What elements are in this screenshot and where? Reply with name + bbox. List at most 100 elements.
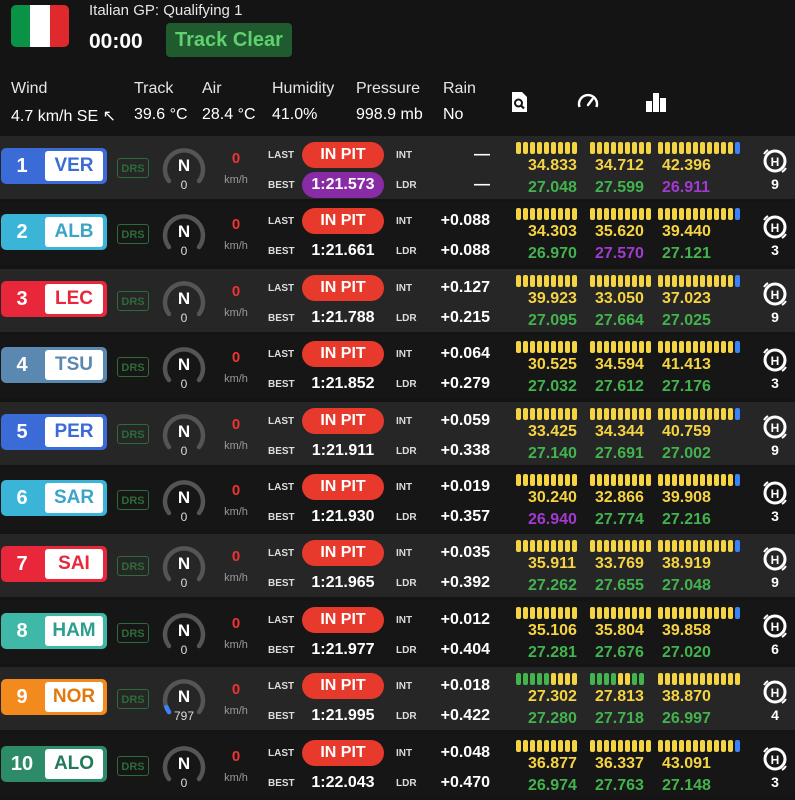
sector-3-best-time: 27.121 <box>662 245 711 263</box>
driver-row[interactable]: 7 SAI DRS N 0 0 km/h LAST BEST IN PIT 1:… <box>0 534 795 598</box>
minisector-bar <box>700 739 705 752</box>
minisector-bar <box>714 274 719 287</box>
sector-2-time: 34.594 <box>595 356 644 374</box>
minisector-bar <box>544 274 549 287</box>
minisector-bar <box>558 540 563 553</box>
interval-value: — <box>474 146 490 163</box>
driver-row[interactable]: 6 SAR DRS N 0 0 km/h LAST BEST IN PIT 1:… <box>0 468 795 531</box>
minisector-bar <box>735 208 740 221</box>
minisector-bar <box>572 142 577 154</box>
search-doc-icon[interactable] <box>507 90 531 114</box>
driver-code: SAR <box>45 483 103 513</box>
minisector-bar <box>625 474 630 486</box>
driver-badge[interactable]: 3 LEC <box>1 280 107 317</box>
leader-gap-value: +0.470 <box>440 773 490 791</box>
minisector-bar <box>558 407 563 420</box>
sector-3-time: 38.919 <box>662 555 711 573</box>
driver-badge[interactable]: 5 PER <box>1 413 107 450</box>
tyre-compound-icon: H <box>763 481 787 505</box>
session-header: Italian GP: Qualifying 1 00:00 Track Cle… <box>0 0 795 130</box>
minisector-bar <box>523 341 528 354</box>
gear-value: N <box>177 156 191 175</box>
minisector-bar <box>632 606 637 619</box>
minisector-bar <box>544 606 549 619</box>
minisector-bar <box>597 407 602 420</box>
sector-1-minisectors <box>516 606 577 619</box>
minisector-bar <box>565 142 570 154</box>
minisector-bar <box>625 739 630 752</box>
best-label: BEST <box>268 578 295 590</box>
driver-badge[interactable]: 8 HAM <box>1 612 107 649</box>
driver-badge[interactable]: 9 NOR <box>1 679 107 716</box>
sector-3-minisectors <box>658 341 740 354</box>
minisector-bar <box>646 142 651 154</box>
driver-row[interactable]: 10 ALO DRS N 0 0 km/h LAST BEST IN PIT 1… <box>0 733 795 797</box>
minisector-bar <box>707 341 712 354</box>
minisector-bar <box>707 739 712 752</box>
driver-row[interactable]: 5 PER DRS N 0 0 km/h LAST BEST IN PIT 1:… <box>0 401 795 465</box>
sector-1-best-time: 27.032 <box>528 378 577 396</box>
driver-badge[interactable]: 10 ALO <box>1 745 107 782</box>
minisector-bar <box>728 474 733 486</box>
interval-value: +0.048 <box>440 743 490 761</box>
minisector-bar <box>625 142 630 154</box>
bar-chart-icon[interactable] <box>644 90 668 114</box>
gear-value: N <box>177 753 191 773</box>
last-lap-status: IN PIT <box>302 341 384 368</box>
minisector-bar <box>530 606 535 619</box>
last-label: LAST <box>268 150 295 161</box>
driver-row[interactable]: 3 LEC DRS N 0 0 km/h LAST BEST IN PIT 1:… <box>0 268 795 332</box>
sector-1-time: 34.303 <box>528 223 577 241</box>
driver-badge[interactable]: 7 SAI <box>1 546 107 583</box>
driver-code: HAM <box>45 615 103 646</box>
minisector-bar <box>686 407 691 420</box>
minisector-bar <box>618 274 623 287</box>
driver-row[interactable]: 1 VER DRS N 0 0 km/h LAST BEST IN PIT 1:… <box>0 136 795 199</box>
minisector-bar <box>632 474 637 486</box>
minisector-bar <box>728 673 733 686</box>
minisector-bar <box>597 208 602 221</box>
gear-value: N <box>177 687 191 707</box>
minisector-bar <box>558 673 563 686</box>
minisector-bar <box>537 474 542 486</box>
sector-1-time: 30.525 <box>528 356 577 374</box>
minisector-bar <box>686 739 691 752</box>
driver-row[interactable]: 9 NOR DRS N 797 0 km/h LAST BEST IN PIT … <box>0 667 795 731</box>
sector-3-best-time: 27.025 <box>662 311 711 329</box>
driver-row[interactable]: 4 TSU DRS N 0 0 km/h LAST BEST IN PIT 1:… <box>0 335 795 399</box>
driver-row[interactable]: 8 HAM DRS N 0 0 km/h LAST BEST IN PIT 1:… <box>0 600 795 664</box>
minisector-bar <box>632 407 637 420</box>
minisector-bar <box>672 341 677 354</box>
minisector-bar <box>721 474 726 486</box>
weather-rain-value: No <box>443 106 464 123</box>
weather-wind-value: 4.7 km/h SE ↖ <box>11 108 116 125</box>
minisector-bar <box>551 142 556 154</box>
minisector-bar <box>679 274 684 287</box>
driver-badge[interactable]: 2 ALB <box>1 214 107 251</box>
weather-air: Air 28.4 °C <box>202 80 256 124</box>
sector-3-minisectors <box>658 739 740 752</box>
minisector-bar <box>537 142 542 154</box>
minisector-bar <box>558 274 563 287</box>
minisector-bar <box>672 208 677 221</box>
driver-badge[interactable]: 4 TSU <box>1 347 107 384</box>
sector-2-best-time: 27.676 <box>595 643 644 661</box>
driver-badge[interactable]: 6 SAR <box>1 480 107 516</box>
speed-unit: km/h <box>224 771 248 784</box>
speedometer-icon[interactable] <box>576 90 600 114</box>
driver-badge[interactable]: 1 VER <box>1 148 107 184</box>
flag-stripe-red <box>49 5 69 47</box>
driver-row[interactable]: 2 ALB DRS N 0 0 km/h LAST BEST IN PIT 1:… <box>0 202 795 266</box>
minisector-bar <box>665 739 670 752</box>
minisector-bar <box>558 142 563 154</box>
minisector-bar <box>572 739 577 752</box>
tyre-compound-letter: H <box>771 553 780 567</box>
minisector-bar <box>714 341 719 354</box>
minisector-bar <box>679 208 684 221</box>
minisector-bar <box>523 474 528 486</box>
weather-humidity-value: 41.0% <box>272 106 318 123</box>
interval-value: +0.088 <box>440 212 490 230</box>
best-lap-time: 1:21.930 <box>311 508 375 525</box>
sector-2-best-time: 27.612 <box>595 378 644 396</box>
minisector-bar <box>714 142 719 154</box>
